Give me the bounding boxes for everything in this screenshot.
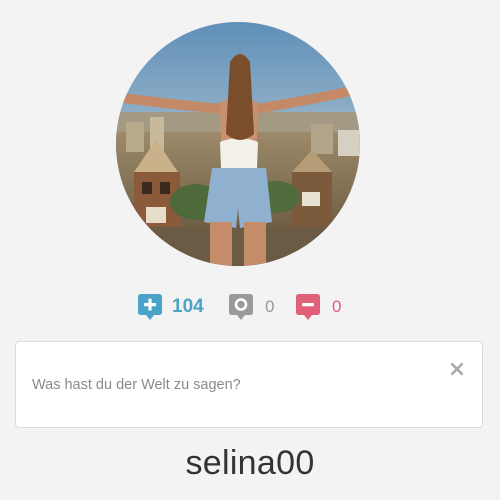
- positive-count: 104: [172, 296, 204, 317]
- username: selina00: [185, 444, 315, 482]
- circle-bubble-icon: [229, 294, 253, 320]
- stats-bar: 104 0 0: [0, 292, 500, 322]
- neutral-count: 0: [265, 297, 275, 316]
- stat-neutral[interactable]: 0: [228, 292, 274, 322]
- compose-input[interactable]: [32, 370, 432, 400]
- clear-button[interactable]: ×: [446, 359, 468, 381]
- minus-bubble-icon: [296, 294, 320, 320]
- stat-positive[interactable]: 104: [137, 292, 204, 322]
- close-icon: ×: [447, 357, 467, 382]
- avatar[interactable]: [116, 22, 360, 266]
- profile-photo: [116, 22, 360, 266]
- stat-negative[interactable]: 0: [295, 292, 341, 322]
- compose-card: ×: [15, 341, 483, 428]
- plus-bubble-icon: [138, 294, 162, 320]
- profile-screen: 104 0 0 × selina00: [0, 0, 500, 500]
- negative-count: 0: [332, 297, 342, 316]
